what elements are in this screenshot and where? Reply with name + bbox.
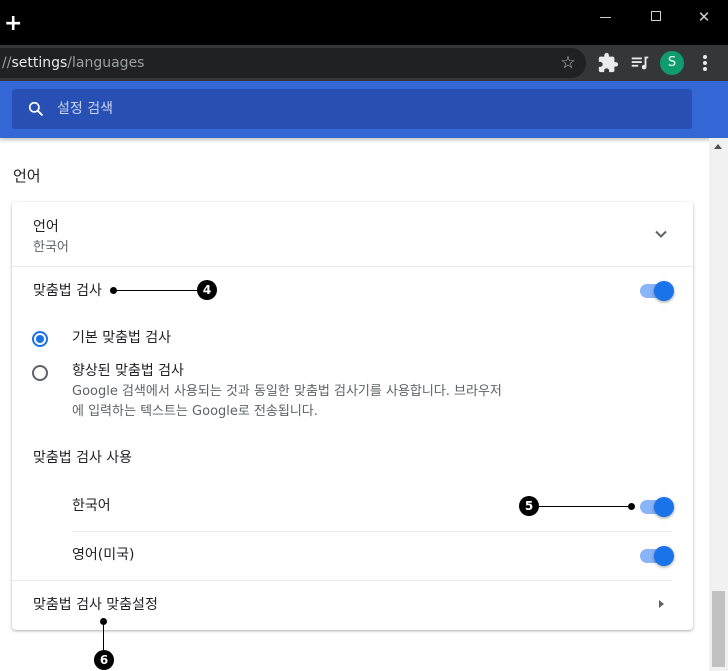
url-host: settings	[11, 55, 68, 71]
toggle-knob	[654, 497, 674, 517]
callout-5-dot	[628, 503, 635, 510]
search-placeholder: 설정 검색	[57, 101, 113, 117]
minimize-icon	[600, 17, 611, 18]
korean-spellcheck-toggle[interactable]	[640, 497, 674, 517]
callout-4-line	[114, 290, 198, 291]
callout-4-badge: 4	[197, 280, 217, 300]
enhanced-spellcheck-label: 향상된 맞춤법 검사	[72, 363, 184, 379]
customize-spellcheck-row[interactable]: 맞춤법 검사 맞춤설정	[12, 581, 693, 629]
close-window-button[interactable]: ✕	[692, 8, 716, 26]
maximize-icon	[651, 11, 661, 21]
media-controls-icon[interactable]	[629, 52, 651, 74]
url-path: /languages	[67, 55, 145, 71]
address-bar[interactable]: //settings/languages ☆	[0, 48, 586, 78]
enhanced-spellcheck-description-cont: 에 입력하는 텍스트는 Google로 전송됩니다.	[72, 404, 318, 419]
use-spellcheck-heading: 맞춤법 검사 사용	[33, 450, 133, 466]
callout-6-badge: 6	[94, 650, 114, 670]
settings-search-input[interactable]: 설정 검색	[12, 89, 692, 129]
spellcheck-toggle[interactable]	[640, 281, 674, 301]
spellcheck-label: 맞춤법 검사	[33, 283, 102, 299]
enhanced-spellcheck-radio[interactable]	[32, 365, 48, 381]
basic-spellcheck-radio[interactable]	[32, 331, 48, 347]
arrow-right-icon	[659, 600, 664, 608]
customize-spellcheck-label: 맞춤법 검사 맞춤설정	[33, 597, 158, 613]
search-icon	[28, 101, 43, 116]
divider	[72, 531, 672, 532]
title-bar: + ✕	[0, 0, 728, 45]
extensions-icon[interactable]	[597, 52, 619, 74]
languages-card: 언어 한국어 맞춤법 검사 기본 맞춤법 검사 향상된 맞춤법 검사 Googl…	[12, 202, 693, 630]
scroll-up-arrow-icon[interactable]	[714, 144, 722, 149]
maximize-button[interactable]	[644, 8, 668, 26]
language-korean-label: 한국어	[72, 498, 111, 514]
enhanced-spellcheck-description: Google 검색에서 사용되는 것과 동일한 맞춤법 검사기를 사용합니다. …	[72, 384, 502, 399]
basic-spellcheck-label: 기본 맞춤법 검사	[72, 330, 172, 346]
bookmark-star-icon[interactable]: ☆	[558, 53, 578, 73]
language-row-label: 언어	[33, 219, 59, 235]
english-spellcheck-toggle[interactable]	[640, 546, 674, 566]
scrollbar-thumb[interactable]	[712, 591, 725, 667]
url-text: //settings/languages	[2, 55, 144, 71]
callout-6-line	[103, 621, 104, 651]
page-scrollbar[interactable]	[709, 138, 728, 671]
menu-icon[interactable]	[695, 52, 715, 74]
divider	[12, 266, 693, 267]
chevron-down-icon[interactable]	[653, 226, 669, 242]
callout-5-badge: 5	[519, 496, 539, 516]
settings-header: 설정 검색	[0, 81, 728, 138]
language-english-label: 영어(미국)	[72, 547, 135, 563]
toggle-knob	[654, 546, 674, 566]
language-expander-row[interactable]: 언어 한국어	[12, 202, 693, 266]
callout-5-line	[538, 506, 630, 507]
language-row-value: 한국어	[33, 240, 69, 255]
toggle-knob	[654, 281, 674, 301]
profile-avatar[interactable]: S	[660, 51, 684, 75]
new-tab-button[interactable]: +	[4, 13, 22, 35]
minimize-button[interactable]	[594, 8, 618, 26]
section-title: 언어	[13, 167, 41, 185]
